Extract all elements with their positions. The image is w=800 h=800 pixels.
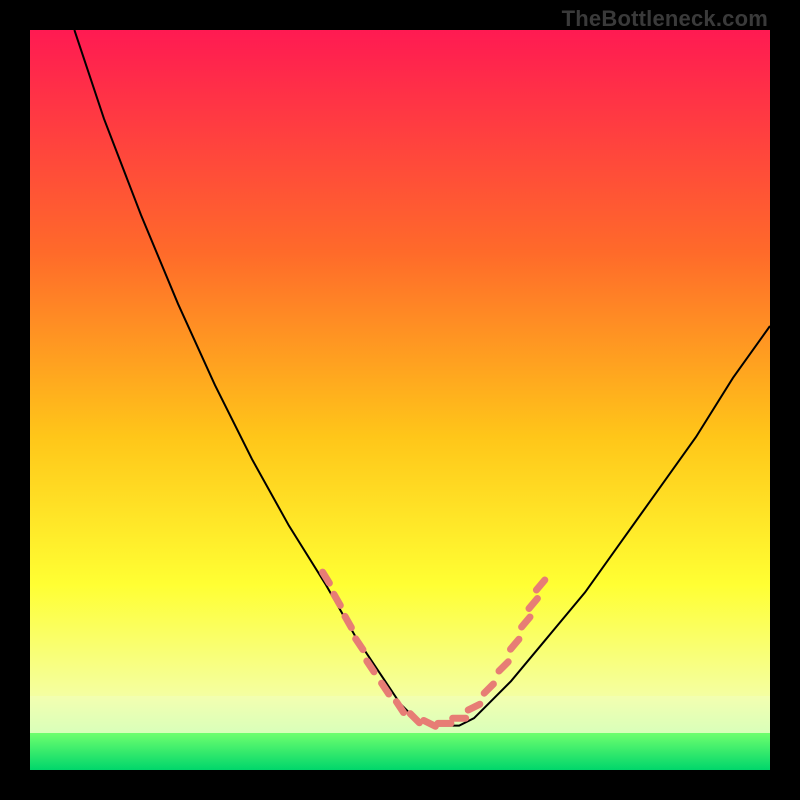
highlight-marker (396, 702, 403, 713)
bottleneck-curve (74, 30, 770, 726)
chart-stage: TheBottleneck.com (0, 0, 800, 800)
highlight-markers (323, 572, 545, 726)
highlight-marker (484, 684, 493, 693)
highlight-marker (499, 662, 508, 671)
highlight-marker (468, 704, 480, 710)
highlight-marker (334, 594, 340, 605)
highlight-marker (511, 639, 519, 649)
watermark-text: TheBottleneck.com (562, 6, 768, 32)
highlight-marker (424, 721, 436, 727)
highlight-marker (345, 616, 351, 627)
highlight-marker (522, 617, 530, 627)
curve-layer (30, 30, 770, 770)
highlight-marker (529, 599, 537, 609)
highlight-marker (410, 714, 419, 723)
highlight-marker (356, 639, 363, 650)
plot-area (30, 30, 770, 770)
highlight-marker (536, 580, 544, 590)
